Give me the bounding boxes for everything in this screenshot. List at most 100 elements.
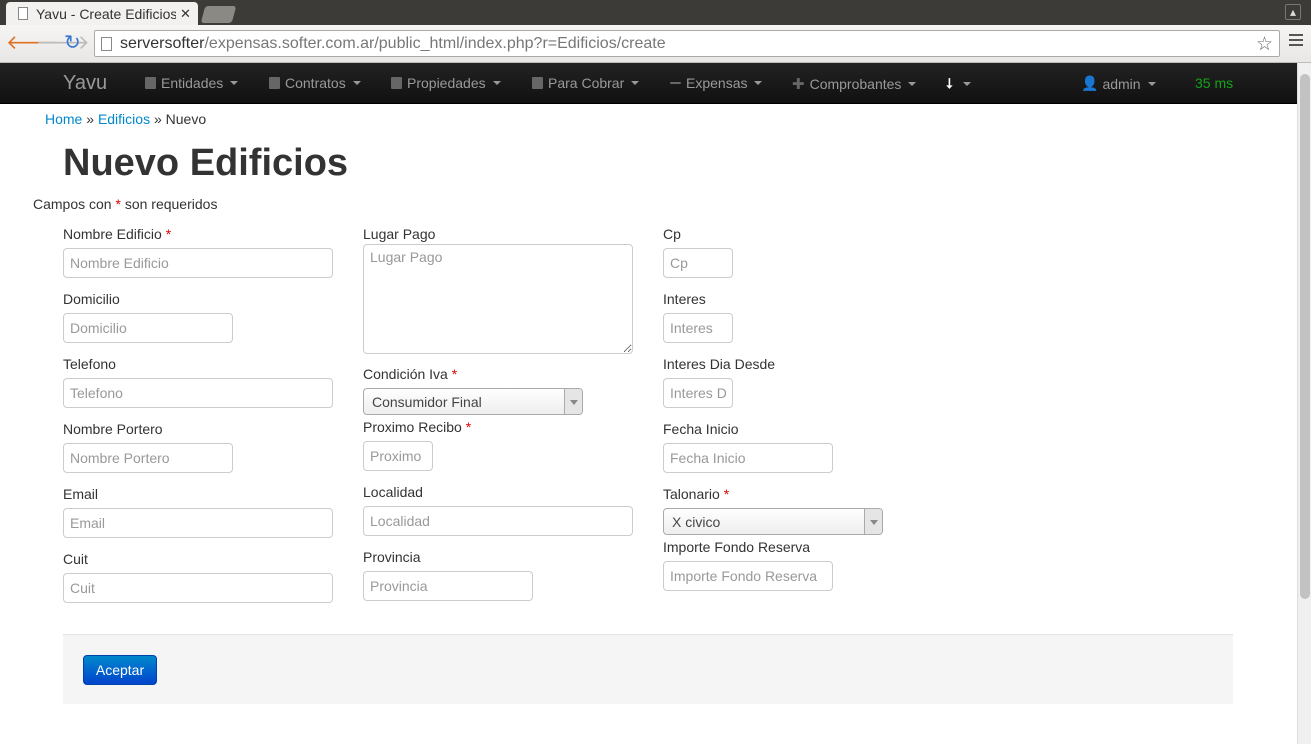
nav-label: Comprobantes — [809, 76, 902, 92]
nav-expensas[interactable]: Expensas — [670, 75, 763, 91]
brand-logo[interactable]: Yavu — [63, 72, 107, 95]
input-nombre-edificio[interactable] — [63, 248, 333, 278]
input-provincia[interactable] — [363, 571, 533, 601]
nav-propiedades[interactable]: Propiedades — [391, 75, 501, 91]
input-email[interactable] — [63, 508, 333, 538]
field-cp: Cp — [663, 226, 733, 278]
close-tab-icon[interactable]: ✕ — [180, 6, 191, 22]
textarea-lugar-pago[interactable] — [363, 244, 633, 354]
nav-para-cobrar[interactable]: Para Cobrar — [532, 75, 640, 91]
address-bar[interactable]: serversofter/expensas.softer.com.ar/publ… — [94, 30, 1280, 57]
user-name: admin — [1102, 75, 1141, 92]
caret-down-icon — [352, 81, 361, 85]
forward-arrow-icon[interactable]: 🡒 — [36, 32, 90, 54]
minus-icon — [670, 82, 681, 84]
breadcrumb: Home » Edificios » Nuevo — [45, 111, 206, 127]
label-nombre-edificio: Nombre Edificio * — [63, 226, 172, 242]
field-importe-fondo-reserva: Importe Fondo Reserva — [663, 539, 833, 591]
nav-label: Expensas — [686, 75, 748, 91]
input-importe-fondo-reserva[interactable] — [663, 561, 833, 591]
select-value: X civico — [672, 514, 721, 530]
input-interes[interactable] — [663, 313, 733, 343]
form-actions: Aceptar — [63, 634, 1233, 704]
dropdown-arrow-icon — [864, 509, 882, 534]
caret-down-icon — [631, 81, 640, 85]
nav-entidades[interactable]: Entidades — [145, 75, 239, 91]
browser-tab-bar: Yavu - Create Edificios ✕ ▴ — [0, 0, 1311, 25]
scrollbar-thumb[interactable] — [1300, 74, 1310, 599]
input-cuit[interactable] — [63, 573, 333, 603]
file-icon — [269, 77, 280, 89]
field-email: Email — [63, 486, 333, 538]
label-domicilio: Domicilio — [63, 291, 120, 307]
nav-user[interactable]: 👤 admin — [1081, 75, 1156, 92]
select-value: Consumidor Final — [372, 394, 482, 410]
field-telefono: Telefono — [63, 356, 333, 408]
input-domicilio[interactable] — [63, 313, 233, 343]
breadcrumb-separator: » — [150, 111, 166, 127]
window-control-icon[interactable]: ▴ — [1285, 4, 1301, 20]
input-cp[interactable] — [663, 248, 733, 278]
page-icon — [18, 7, 28, 20]
render-time: 35 ms — [1195, 75, 1234, 91]
label-proximo-recibo: Proximo Recibo * — [363, 419, 472, 435]
input-telefono[interactable] — [63, 378, 333, 408]
browser-menu-icon[interactable] — [1289, 34, 1303, 48]
dropdown-arrow-icon — [564, 389, 582, 414]
label-lugar-pago: Lugar Pago — [363, 226, 436, 242]
select-talonario[interactable]: X civico — [663, 508, 883, 535]
field-talonario: Talonario * X civico — [663, 486, 883, 535]
caret-down-icon — [908, 82, 917, 86]
browser-toolbar: 🡐 🡒 ↻ serversofter/expensas.softer.com.a… — [0, 25, 1311, 63]
input-localidad[interactable] — [363, 506, 633, 536]
label-talonario: Talonario * — [663, 486, 730, 502]
label-cp: Cp — [663, 226, 681, 242]
label-provincia: Provincia — [363, 549, 421, 565]
caret-down-icon — [962, 81, 971, 86]
field-interes-dia-desde: Interes Dia Desde — [663, 356, 775, 408]
label-localidad: Localidad — [363, 484, 423, 500]
label-nombre-portero: Nombre Portero — [63, 421, 163, 437]
breadcrumb-edificios[interactable]: Edificios — [98, 111, 150, 127]
caret-down-icon — [1147, 81, 1156, 86]
nav-contratos[interactable]: Contratos — [269, 75, 361, 91]
field-nombre-edificio: Nombre Edificio * — [63, 226, 333, 278]
browser-tab[interactable]: Yavu - Create Edificios ✕ — [6, 2, 198, 25]
breadcrumb-current: Nuevo — [165, 111, 207, 127]
label-cuit: Cuit — [63, 551, 88, 567]
required-note: Campos con * son requeridos — [33, 196, 217, 212]
field-nombre-portero: Nombre Portero — [63, 421, 233, 473]
input-fecha-inicio[interactable] — [663, 443, 833, 473]
input-proximo-recibo[interactable] — [363, 441, 433, 471]
field-interes: Interes — [663, 291, 733, 343]
label-fecha-inicio: Fecha Inicio — [663, 421, 739, 437]
nav-label: Contratos — [285, 75, 346, 91]
nav-label: Entidades — [161, 75, 224, 91]
label-interes: Interes — [663, 291, 706, 307]
app-navbar: Yavu Entidades Contratos Propiedades Par… — [0, 63, 1297, 104]
reload-icon[interactable]: ↻ — [64, 32, 81, 54]
nav-download[interactable]: ⭣ — [946, 75, 971, 92]
field-localidad: Localidad — [363, 484, 633, 536]
input-nombre-portero[interactable] — [63, 443, 233, 473]
caret-down-icon — [230, 81, 239, 85]
label-condicion-iva: Condición Iva * — [363, 366, 458, 382]
breadcrumb-home[interactable]: Home — [45, 111, 82, 127]
caret-down-icon — [754, 81, 763, 85]
page-icon — [101, 36, 112, 51]
page-scrollbar[interactable] — [1297, 63, 1311, 744]
list-icon — [532, 77, 543, 89]
url-host: serversofter — [120, 34, 205, 52]
input-interes-dia-desde[interactable] — [663, 378, 733, 408]
new-tab-button[interactable] — [200, 6, 237, 23]
label-importe-fondo-reserva: Importe Fondo Reserva — [663, 539, 811, 555]
select-condicion-iva[interactable]: Consumidor Final — [363, 388, 583, 415]
download-icon: ⭣ — [946, 75, 953, 91]
nav-comprobantes[interactable]: ✚ Comprobantes — [792, 75, 917, 93]
aceptar-button[interactable]: Aceptar — [83, 655, 157, 685]
field-fecha-inicio: Fecha Inicio — [663, 421, 833, 473]
bookmark-star-icon[interactable]: ☆ — [1256, 33, 1273, 56]
user-icon — [145, 77, 156, 89]
caret-down-icon — [492, 81, 501, 85]
label-telefono: Telefono — [63, 356, 116, 372]
